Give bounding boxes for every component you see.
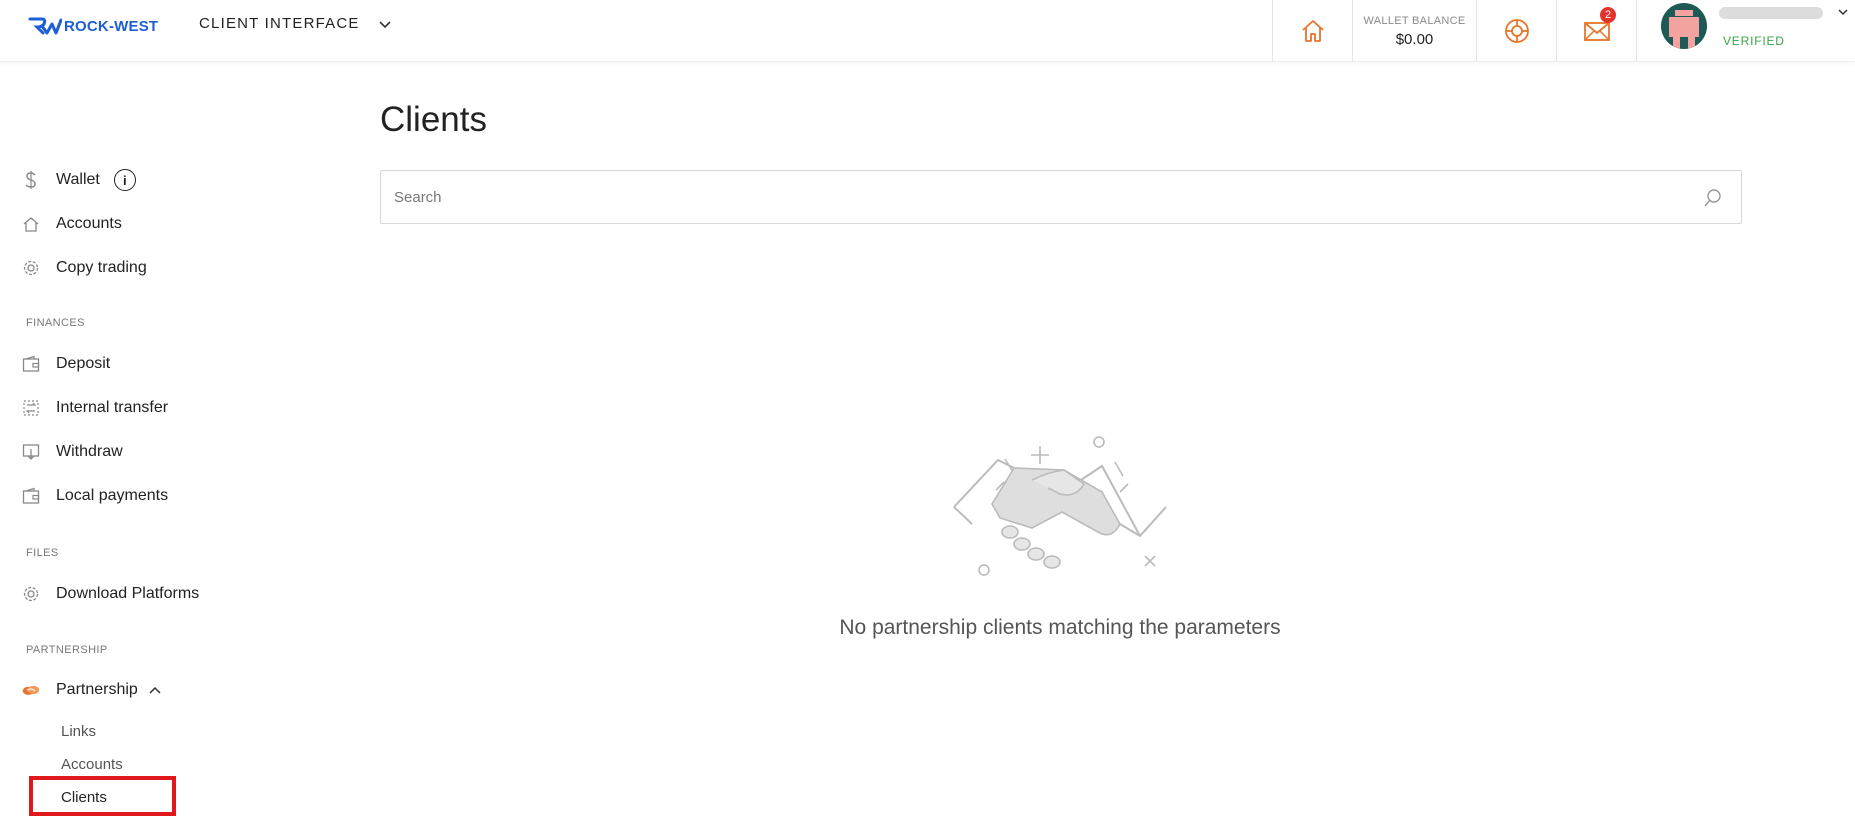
wallet-icon <box>22 487 40 505</box>
support-icon <box>1504 19 1529 43</box>
sidebar-item-internal-transfer[interactable]: Internal transfer <box>22 399 168 417</box>
support-button[interactable] <box>1476 0 1556 62</box>
handshake-illustration-icon <box>953 436 1167 576</box>
withdraw-icon <box>22 443 40 461</box>
section-title-finances: FINANCES <box>26 317 85 329</box>
profile-menu[interactable]: VERIFIED <box>1636 0 1855 62</box>
search-icon[interactable] <box>1703 188 1723 208</box>
home-icon <box>22 215 40 233</box>
client-interface-dropdown[interactable]: CLIENT INTERFACE <box>199 15 392 32</box>
sidebar-item-withdraw[interactable]: Withdraw <box>22 443 123 461</box>
sidebar-item-label: Wallet <box>56 171 100 188</box>
home-button[interactable] <box>1272 0 1352 62</box>
user-name-redacted <box>1719 7 1823 19</box>
sidebar-item-label: Download Platforms <box>56 585 200 602</box>
sidebar-subitem-links[interactable]: Links <box>61 723 96 740</box>
sidebar-item-label: Internal transfer <box>56 399 169 416</box>
logo-mark-icon <box>28 17 62 35</box>
transfer-icon <box>22 399 40 417</box>
wallet-balance-value: $0.00 <box>1395 30 1434 48</box>
search-box[interactable] <box>380 170 1742 224</box>
sidebar-item-local-payments[interactable]: Local payments <box>22 487 168 505</box>
section-title-files: FILES <box>26 547 59 559</box>
sidebar-item-accounts[interactable]: Accounts <box>22 215 122 233</box>
gear-icon <box>22 585 40 603</box>
top-header: ROCK-WEST CLIENT INTERFACE WALLET BALANC… <box>0 0 1855 62</box>
chevron-down-icon[interactable] <box>1837 6 1849 18</box>
sidebar-subitem-accounts[interactable]: Accounts <box>61 756 123 773</box>
info-icon[interactable]: i <box>113 169 136 191</box>
page-title: Clients <box>380 100 487 139</box>
chevron-down-icon <box>379 20 391 28</box>
sidebar-item-wallet[interactable]: Wallet i <box>22 169 136 191</box>
sidebar-item-label: Partnership <box>56 681 138 698</box>
dollar-icon <box>22 171 40 189</box>
wallet-balance-widget[interactable]: WALLET BALANCE $0.00 <box>1352 0 1476 62</box>
sidebar-item-copy-trading[interactable]: Copy trading <box>22 259 147 277</box>
chevron-up-icon <box>149 686 161 694</box>
logo-text: ROCK-WEST <box>64 17 159 35</box>
sidebar-item-label: Copy trading <box>56 259 147 276</box>
message-count-badge: 2 <box>1600 7 1616 23</box>
highlight-box <box>29 776 176 816</box>
avatar[interactable] <box>1661 3 1707 49</box>
home-icon <box>1301 20 1324 42</box>
wallet-balance-label: WALLET BALANCE <box>1363 14 1466 27</box>
empty-state-message: No partnership clients matching the para… <box>839 616 1281 639</box>
sidebar-item-download-platforms[interactable]: Download Platforms <box>22 585 199 603</box>
sidebar-item-label: Accounts <box>56 215 122 232</box>
sidebar-item-label: Deposit <box>56 355 111 372</box>
section-title-partnership: PARTNERSHIP <box>26 644 108 656</box>
handshake-icon <box>22 681 40 699</box>
verified-status: VERIFIED <box>1723 34 1785 48</box>
sidebar-item-partnership[interactable]: Partnership <box>22 681 162 699</box>
wallet-icon <box>22 355 40 373</box>
sidebar-item-deposit[interactable]: Deposit <box>22 355 110 373</box>
sidebar-item-label: Withdraw <box>56 443 123 460</box>
messages-button[interactable]: 2 <box>1556 0 1636 62</box>
sidebar-item-label: Local payments <box>56 487 169 504</box>
gear-icon <box>22 259 40 277</box>
search-input[interactable] <box>381 171 1681 223</box>
client-interface-label: CLIENT INTERFACE <box>199 15 360 32</box>
brand-logo[interactable]: ROCK-WEST <box>28 12 158 40</box>
